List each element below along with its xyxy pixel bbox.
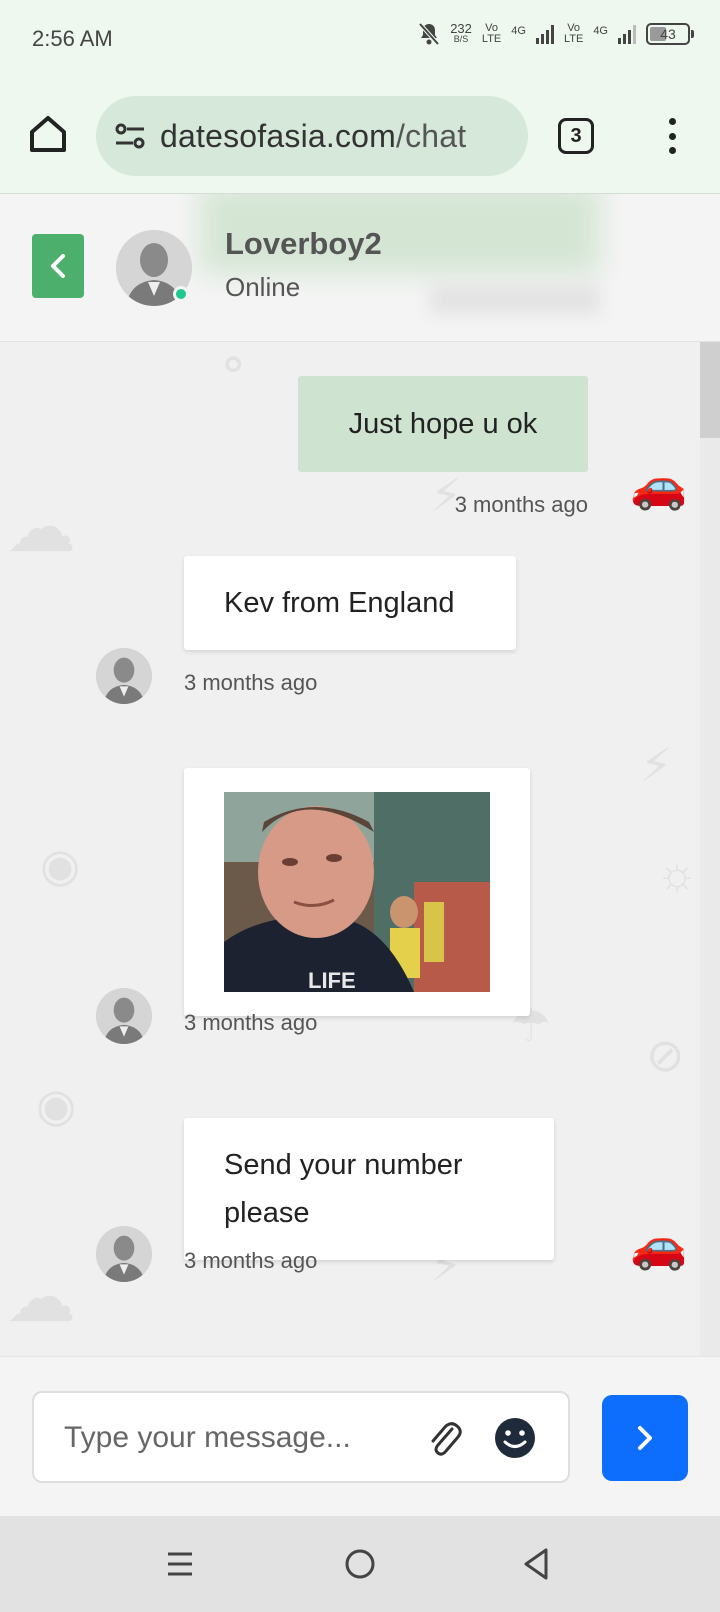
sender-avatar[interactable] xyxy=(96,1226,152,1282)
message-time: 3 months ago xyxy=(184,1248,318,1273)
mute-bell-icon xyxy=(418,22,440,46)
plug-doodle-icon: ⊘ xyxy=(646,1029,685,1081)
contact-name: Loverboy2 xyxy=(225,226,382,261)
message-time: 3 months ago xyxy=(454,492,588,517)
recents-icon[interactable] xyxy=(160,1544,200,1584)
site-settings-icon[interactable] xyxy=(114,122,146,150)
svg-text:LIFE: LIFE xyxy=(308,968,356,992)
browser-toolbar: datesofasia.com/chat 3 xyxy=(0,84,720,194)
avatar-silhouette-icon xyxy=(96,988,152,1044)
overflow-menu-icon[interactable] xyxy=(660,114,684,158)
chat-header: Loverboy2 Online xyxy=(0,194,720,342)
home-circle-icon[interactable] xyxy=(340,1544,380,1584)
back-triangle-icon[interactable] xyxy=(518,1544,558,1584)
message-image-card[interactable]: LIFE xyxy=(184,768,530,1016)
sender-avatar[interactable] xyxy=(96,648,152,704)
emoji-icon[interactable] xyxy=(494,1417,536,1459)
online-indicator xyxy=(173,286,189,302)
net-type-1: 4G xyxy=(511,25,526,37)
signal-icon-2 xyxy=(618,24,636,44)
status-icons: 232 B/S Vo LTE 4G Vo LTE 4G 43 xyxy=(418,21,694,46)
paperclip-icon[interactable] xyxy=(426,1419,464,1459)
net-speed-value: 232 xyxy=(450,21,472,36)
url-domain: datesofasia.com xyxy=(160,117,397,154)
message-input-box[interactable] xyxy=(32,1391,570,1483)
signal-icon xyxy=(535,24,554,44)
car-doodle-icon: 🚗 xyxy=(630,1219,688,1271)
message-time: 3 months ago xyxy=(184,670,318,695)
cloud-doodle-icon: ☁ xyxy=(6,1258,76,1336)
net-speed: 232 B/S xyxy=(450,21,472,45)
message-bubble-outgoing[interactable]: Just hope u ok xyxy=(298,376,588,472)
url-path: /chat xyxy=(396,117,467,154)
avatar-silhouette-icon xyxy=(96,648,152,704)
message-time: 3 months ago xyxy=(184,1010,318,1035)
volte-1: Vo LTE xyxy=(481,22,502,45)
scrollbar[interactable] xyxy=(700,342,720,1356)
bulb-doodle-icon: ⚬ xyxy=(214,342,253,391)
composer xyxy=(0,1356,720,1516)
url-text: datesofasia.com/chat xyxy=(160,118,466,155)
message-text: Kev from England xyxy=(224,587,455,619)
home-icon[interactable] xyxy=(26,112,70,156)
contact-status: Online xyxy=(225,272,301,302)
send-button[interactable] xyxy=(602,1395,688,1481)
message-input[interactable] xyxy=(64,1415,404,1461)
scroll-thumb[interactable] xyxy=(700,342,720,438)
back-button[interactable] xyxy=(32,234,84,298)
status-time: 2:56 AM xyxy=(32,26,113,51)
net-type-2: 4G xyxy=(593,25,608,37)
message-text: Send your number please xyxy=(224,1149,463,1229)
message-bubble-incoming[interactable]: Send your number please xyxy=(184,1118,554,1260)
message-list[interactable]: ☁ ⚬ ⚡ 🚗 ◉ ⚡ ☼ ☂ ⊘ ◉ ⚡ ☁ 🚗 Just hope u ok… xyxy=(0,342,720,1356)
volte-2: Vo LTE xyxy=(563,22,584,45)
bolt-doodle-icon: ⚡ xyxy=(640,739,673,791)
avatar-silhouette-icon xyxy=(96,1226,152,1282)
message-photo[interactable]: LIFE xyxy=(224,792,490,992)
chevron-right-icon xyxy=(638,1426,652,1450)
system-nav-bar xyxy=(0,1516,720,1612)
address-bar[interactable]: datesofasia.com/chat xyxy=(96,96,528,176)
cloud-doodle-icon: ☁ xyxy=(6,488,76,566)
battery-icon: 43 xyxy=(646,23,694,45)
tab-switcher-button[interactable]: 3 xyxy=(558,118,594,154)
car-doodle-icon: 🚗 xyxy=(630,459,688,511)
sender-avatar[interactable] xyxy=(96,988,152,1044)
eye-doodle-icon: ◉ xyxy=(40,839,81,891)
message-bubble-incoming[interactable]: Kev from England xyxy=(184,556,516,650)
chevron-left-icon xyxy=(51,254,65,278)
eye-doodle-icon: ◉ xyxy=(36,1079,77,1131)
sun-doodle-icon: ☼ xyxy=(656,847,699,899)
battery-level: 43 xyxy=(660,26,676,42)
status-bar: 2:56 AM 232 B/S Vo LTE 4G Vo LTE 4G 43 xyxy=(0,0,720,84)
